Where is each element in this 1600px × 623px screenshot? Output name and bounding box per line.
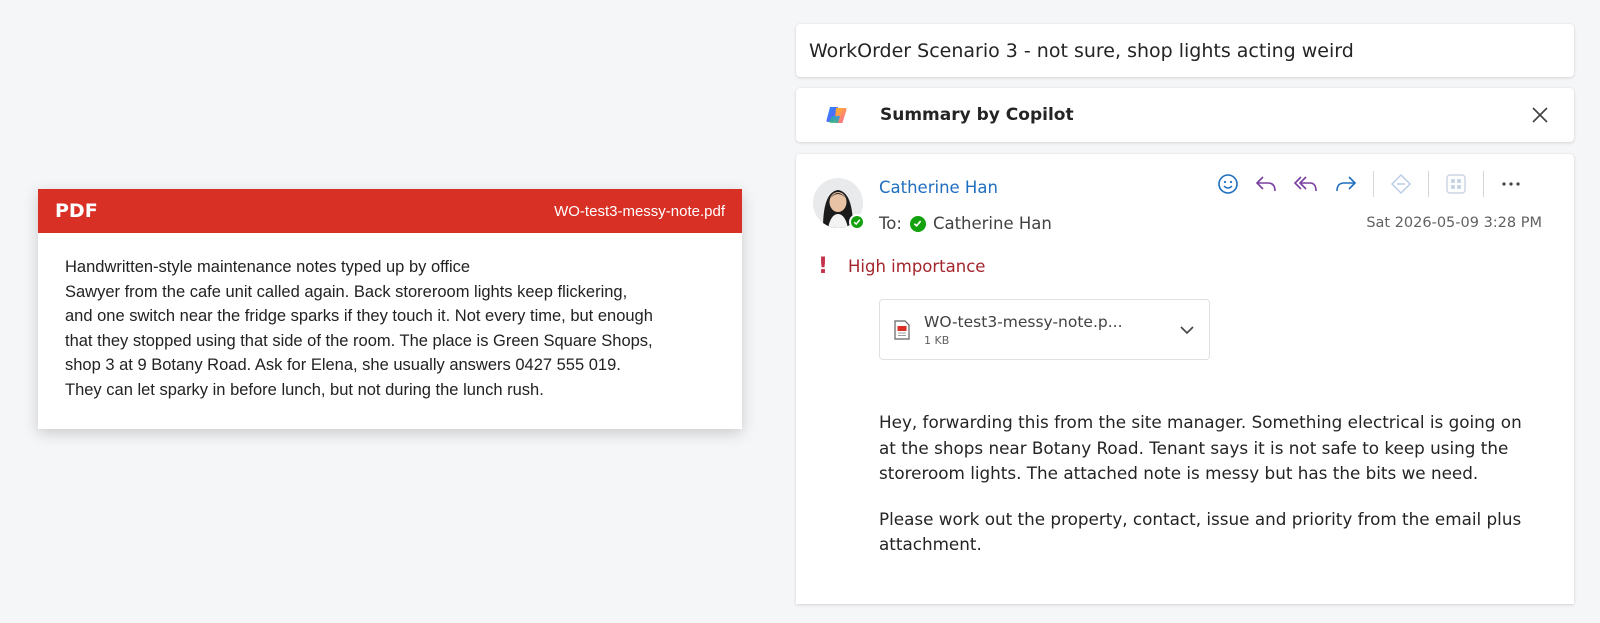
apps-icon [1446, 174, 1466, 194]
toolbar-divider [1483, 171, 1484, 197]
pdf-content: Handwritten-style maintenance notes type… [38, 233, 742, 402]
toolbar-divider [1428, 171, 1429, 197]
presence-available-icon [909, 215, 926, 232]
forward-button[interactable] [1332, 170, 1360, 198]
pdf-line: that they stopped using that side of the… [65, 331, 653, 350]
more-actions-button[interactable] [1497, 170, 1525, 198]
copilot-summary-label: Summary by Copilot [880, 105, 1074, 125]
pdf-type-label: PDF [55, 200, 98, 222]
pdf-line: and one switch near the fridge sparks if… [65, 307, 653, 325]
reply-all-icon [1293, 176, 1317, 192]
attachment-size: 1 KB [924, 333, 950, 347]
pdf-header: PDF WO-test3-messy-note.pdf [38, 189, 742, 233]
importance-label: High importance [848, 257, 986, 276]
close-button[interactable] [1528, 103, 1552, 127]
forward-icon [1336, 176, 1357, 192]
subject-bar: WorkOrder Scenario 3 - not sure, shop li… [796, 24, 1574, 77]
email-subject: WorkOrder Scenario 3 - not sure, shop li… [809, 39, 1354, 62]
sender-name[interactable]: Catherine Han [879, 178, 998, 197]
avatar[interactable] [813, 178, 865, 230]
chevron-down-icon[interactable] [1179, 322, 1195, 338]
to-label: To: [879, 214, 902, 233]
emoji-reaction-button[interactable] [1214, 170, 1242, 198]
pdf-line: Sawyer from the cafe unit called again. … [65, 282, 628, 301]
pdf-line: They can let sparky in before lunch, but… [65, 380, 544, 399]
high-importance-icon: ! [818, 254, 829, 279]
pdf-file-icon [894, 319, 910, 340]
recipient-line: To: Catherine Han [879, 214, 1052, 233]
pdf-preview: PDF WO-test3-messy-note.pdf Handwritten-… [38, 189, 742, 429]
close-icon [1532, 107, 1548, 123]
attachment-name: WO-test3-messy-note.p... [924, 312, 1123, 331]
pdf-line: Handwritten-style maintenance notes type… [65, 258, 471, 276]
message-pane: Catherine Han To: Catherine Han Sat 2026… [796, 154, 1574, 604]
importance-flag: ! High importance [818, 254, 985, 279]
reply-icon [1255, 176, 1276, 192]
reply-button[interactable] [1252, 170, 1280, 198]
recipient-name[interactable]: Catherine Han [933, 214, 1052, 233]
toolbar-divider [1373, 171, 1374, 197]
sensitivity-button[interactable] [1387, 170, 1415, 198]
body-paragraph: Hey, forwarding this from the site manag… [879, 412, 1522, 483]
pdf-line: shop 3 at 9 Botany Road. Ask for Elena, … [65, 356, 621, 374]
copilot-summary-bar[interactable]: Summary by Copilot [796, 88, 1574, 142]
message-body: Hey, forwarding this from the site manag… [879, 410, 1539, 578]
attachment-card[interactable]: WO-test3-messy-note.p... 1 KB [879, 299, 1210, 360]
pdf-filename: WO-test3-messy-note.pdf [554, 202, 725, 220]
copilot-icon [824, 102, 850, 128]
more-icon [1502, 182, 1520, 186]
sensitivity-icon [1390, 173, 1412, 195]
reply-all-button[interactable] [1292, 170, 1320, 198]
body-paragraph: Please work out the property, contact, i… [879, 508, 1522, 555]
sent-date: Sat 2026-05-09 3:28 PM [1366, 215, 1542, 231]
emoji-icon [1218, 174, 1238, 194]
apps-button[interactable] [1442, 170, 1470, 198]
presence-available-icon [849, 214, 865, 230]
message-actions [1214, 170, 1525, 198]
